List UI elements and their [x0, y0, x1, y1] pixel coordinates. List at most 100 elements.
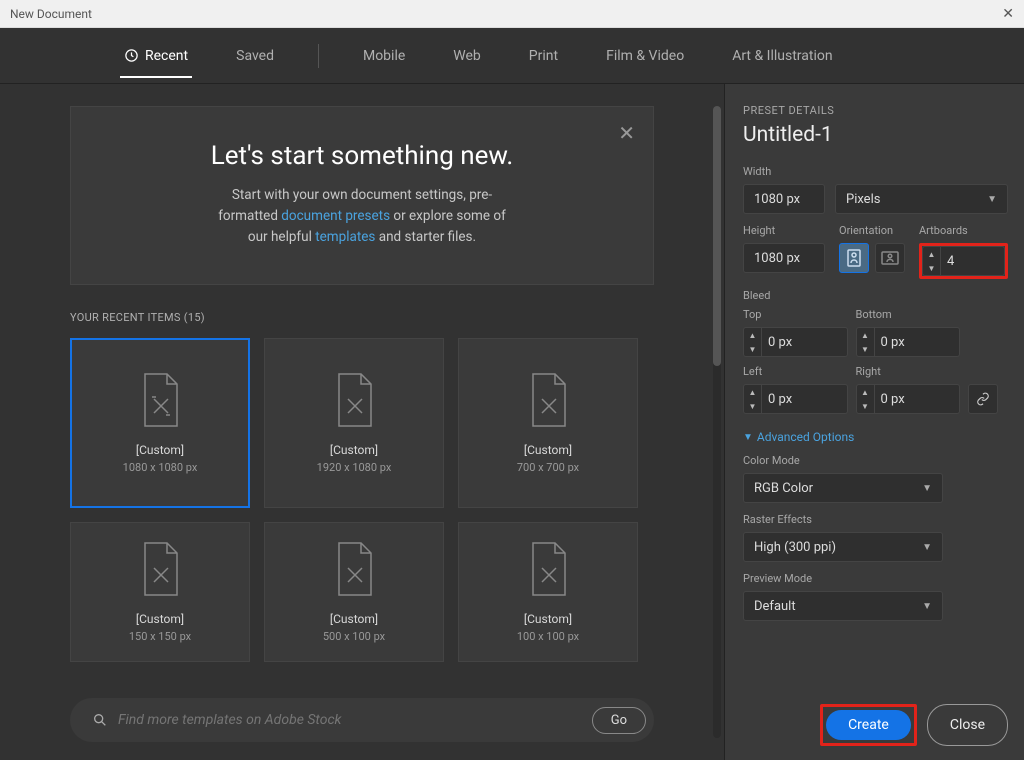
color-mode-value: RGB Color [754, 481, 813, 496]
preview-value: Default [754, 599, 796, 614]
card-dimensions: 500 x 100 px [323, 630, 385, 643]
landscape-icon [881, 251, 899, 265]
tab-web[interactable]: Web [449, 40, 485, 72]
chevron-down-icon: ▼ [922, 542, 932, 553]
orientation-label: Orientation [839, 224, 905, 237]
card-title: [Custom] [524, 612, 572, 626]
recent-items-grid: [Custom] 1080 x 1080 px [Custom] 1920 x … [70, 338, 654, 662]
scrollbar-thumb[interactable] [713, 106, 721, 366]
tab-label: Saved [236, 48, 274, 64]
stepper-down-icon[interactable]: ▼ [923, 261, 940, 275]
tab-label: Recent [145, 48, 188, 64]
artboards-input[interactable] [941, 247, 991, 275]
hero-close-icon[interactable]: ✕ [618, 121, 635, 145]
preset-card[interactable]: [Custom] 150 x 150 px [70, 522, 250, 662]
stock-search-input[interactable] [118, 712, 582, 728]
stepper-up-icon[interactable]: ▲ [857, 328, 874, 342]
preset-card[interactable]: [Custom] 1920 x 1080 px [264, 338, 444, 508]
tab-film-video[interactable]: Film & Video [602, 40, 688, 72]
preset-card[interactable]: [Custom] 500 x 100 px [264, 522, 444, 662]
chevron-down-icon: ▼ [987, 194, 997, 205]
stepper-down-icon[interactable]: ▼ [744, 399, 761, 413]
advanced-options-toggle[interactable]: ▼ Advanced Options [743, 430, 1008, 444]
tab-print[interactable]: Print [525, 40, 562, 72]
close-button[interactable]: Close [927, 704, 1008, 746]
tab-divider [318, 44, 319, 68]
width-input[interactable]: 1080 px [743, 184, 825, 214]
card-dimensions: 1920 x 1080 px [317, 461, 392, 474]
card-title: [Custom] [136, 443, 184, 457]
tab-label: Web [453, 48, 481, 64]
artboards-label: Artboards [919, 224, 1008, 237]
document-icon [136, 540, 184, 598]
stepper-up-icon[interactable]: ▲ [744, 328, 761, 342]
width-label: Width [743, 165, 1008, 178]
stepper-down-icon[interactable]: ▼ [744, 342, 761, 356]
raster-effects-select[interactable]: High (300 ppi) ▼ [743, 532, 943, 562]
height-input[interactable]: 1080 px [743, 243, 825, 273]
tab-saved[interactable]: Saved [232, 40, 278, 72]
link-document-presets[interactable]: document presets [281, 208, 390, 224]
tab-label: Film & Video [606, 48, 684, 64]
stepper-up-icon[interactable]: ▲ [923, 247, 940, 261]
window-close-icon[interactable]: ✕ [1002, 6, 1014, 22]
card-dimensions: 100 x 100 px [517, 630, 579, 643]
bleed-right-input[interactable]: ▲▼ [856, 384, 961, 414]
chevron-down-icon: ▼ [922, 483, 932, 494]
preset-card[interactable]: [Custom] 100 x 100 px [458, 522, 638, 662]
link-icon [976, 392, 990, 406]
chevron-down-icon: ▼ [922, 601, 932, 612]
units-value: Pixels [846, 192, 880, 207]
portrait-icon [847, 249, 861, 267]
panel-header: PRESET DETAILS [743, 104, 1008, 117]
scrollbar[interactable] [713, 106, 721, 738]
preview-mode-select[interactable]: Default ▼ [743, 591, 943, 621]
titlebar: New Document ✕ [0, 0, 1024, 28]
orientation-portrait[interactable] [839, 243, 869, 273]
bleed-label: Bleed [743, 289, 1008, 302]
document-icon [330, 540, 378, 598]
bleed-bottom-input[interactable]: ▲▼ [856, 327, 961, 357]
bleed-top-input[interactable]: ▲▼ [743, 327, 848, 357]
link-bleed-button[interactable] [968, 384, 998, 414]
units-select[interactable]: Pixels ▼ [835, 184, 1008, 214]
bleed-right-label: Right [856, 365, 961, 378]
card-title: [Custom] [330, 443, 378, 457]
stepper-down-icon[interactable]: ▼ [857, 399, 874, 413]
tab-label: Mobile [363, 48, 405, 64]
card-dimensions: 700 x 700 px [517, 461, 579, 474]
bleed-left-input[interactable]: ▲▼ [743, 384, 848, 414]
card-title: [Custom] [136, 612, 184, 626]
tab-recent[interactable]: Recent [120, 40, 192, 72]
stepper-up-icon[interactable]: ▲ [744, 385, 761, 399]
preset-card[interactable]: [Custom] 1080 x 1080 px [70, 338, 250, 508]
hero-title: Let's start something new. [111, 141, 613, 171]
tab-art-illustration[interactable]: Art & Illustration [728, 40, 836, 72]
orientation-landscape[interactable] [875, 243, 905, 273]
document-name[interactable]: Untitled-1 [743, 123, 1008, 147]
stepper-up-icon[interactable]: ▲ [857, 385, 874, 399]
bleed-left-label: Left [743, 365, 848, 378]
height-label: Height [743, 224, 825, 237]
bleed-bottom-label: Bottom [856, 308, 961, 321]
color-mode-select[interactable]: RGB Color ▼ [743, 473, 943, 503]
preset-card[interactable]: [Custom] 700 x 700 px [458, 338, 638, 508]
clock-icon [124, 48, 139, 63]
hero-banner: ✕ Let's start something new. Start with … [70, 106, 654, 285]
preset-details-panel: PRESET DETAILS Untitled-1 Width 1080 px … [724, 84, 1024, 760]
chevron-down-icon: ▼ [743, 432, 753, 443]
tab-label: Print [529, 48, 558, 64]
link-templates[interactable]: templates [315, 229, 375, 245]
stepper-down-icon[interactable]: ▼ [857, 342, 874, 356]
card-title: [Custom] [524, 443, 572, 457]
go-button[interactable]: Go [592, 707, 646, 734]
card-dimensions: 1080 x 1080 px [123, 461, 198, 474]
artboards-stepper[interactable]: ▲▼ [922, 246, 1005, 276]
card-dimensions: 150 x 150 px [129, 630, 191, 643]
stock-search-bar: Go [70, 698, 654, 742]
category-tabbar: Recent Saved Mobile Web Print Film & Vid… [0, 28, 1024, 84]
create-button[interactable]: Create [826, 710, 911, 740]
document-icon [330, 371, 378, 429]
color-mode-label: Color Mode [743, 454, 1008, 467]
tab-mobile[interactable]: Mobile [359, 40, 409, 72]
